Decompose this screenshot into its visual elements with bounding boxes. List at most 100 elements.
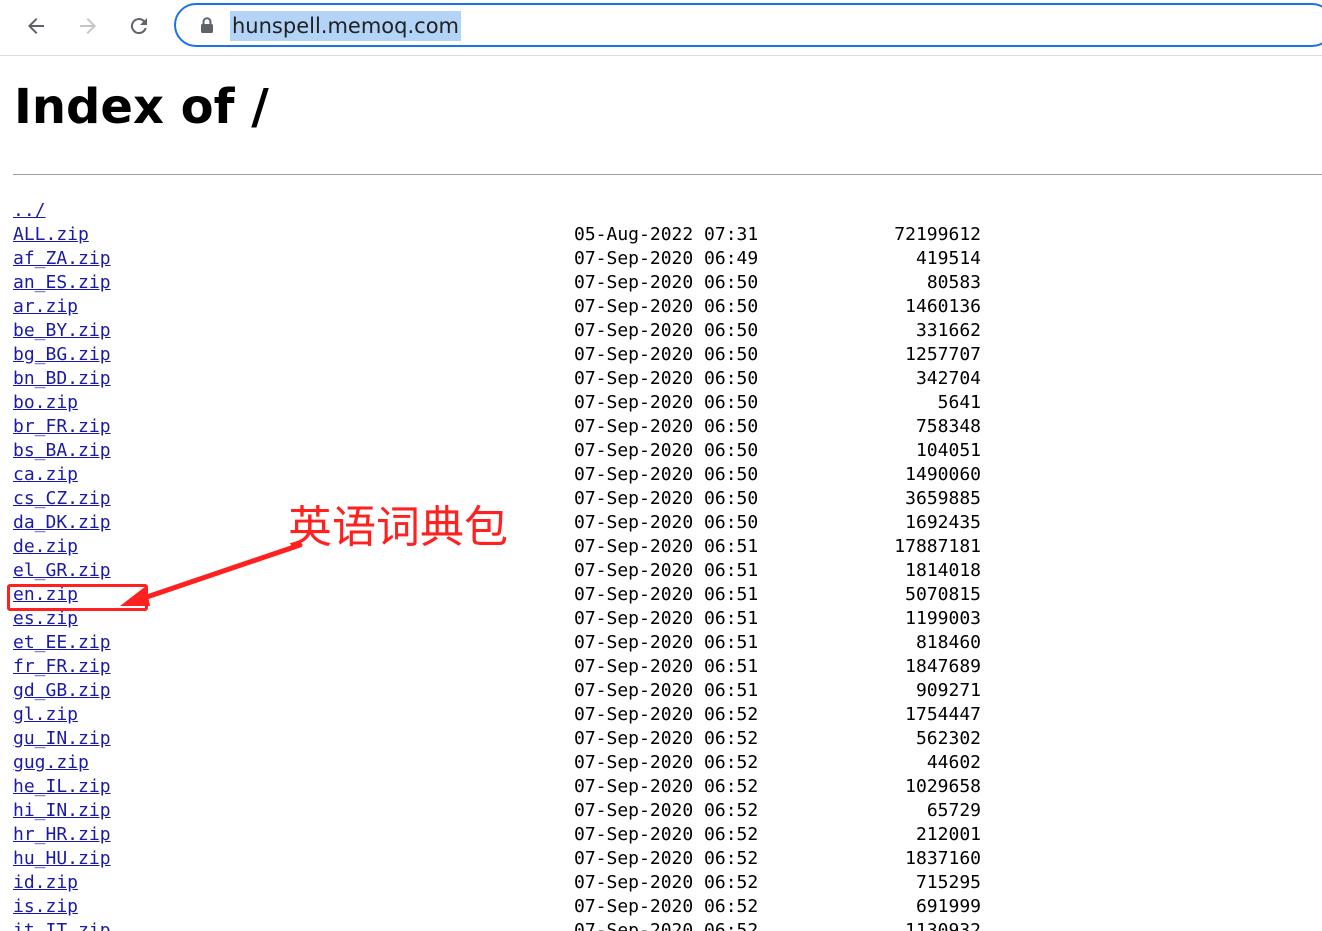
listing-row: gug.zip 07-Sep-2020 06:52 44602	[13, 751, 1013, 775]
listing-row: hu_HU.zip 07-Sep-2020 06:52 1837160	[13, 847, 1013, 871]
file-size: 17887181	[894, 536, 981, 557]
file-date: 07-Sep-2020 06:50	[574, 512, 759, 533]
annotation-label: 英语词典包	[288, 502, 508, 553]
file-date: 07-Sep-2020 06:52	[574, 704, 759, 725]
file-date: 07-Sep-2020 06:50	[574, 320, 759, 341]
file-date: 07-Sep-2020 06:52	[574, 824, 759, 845]
file-link[interactable]: af_ZA.zip	[13, 247, 111, 271]
file-date: 07-Sep-2020 06:52	[574, 896, 759, 917]
file-size: 1029658	[905, 776, 981, 797]
file-link[interactable]: ar.zip	[13, 295, 78, 319]
file-date: 07-Sep-2020 06:52	[574, 920, 759, 931]
listing-row: en.zip 07-Sep-2020 06:51 5070815	[13, 583, 1013, 607]
file-size: 691999	[915, 896, 981, 917]
file-link[interactable]: cs_CZ.zip	[13, 487, 111, 511]
file-size: 1199003	[905, 608, 981, 629]
file-link[interactable]: bo.zip	[13, 391, 78, 415]
listing-row: be_BY.zip 07-Sep-2020 06:50 331662	[13, 319, 1013, 343]
browser-toolbar: hunspell.memoq.com	[0, 0, 1322, 56]
file-link[interactable]: id.zip	[13, 871, 78, 895]
file-date: 07-Sep-2020 06:50	[574, 344, 759, 365]
back-arrow-icon	[28, 18, 44, 34]
file-link[interactable]: ca.zip	[13, 463, 78, 487]
file-date: 07-Sep-2020 06:50	[574, 272, 759, 293]
file-size: 5641	[937, 392, 981, 413]
listing-row: ALL.zip 05-Aug-2022 07:31 72199612	[13, 223, 1013, 247]
file-size: 331662	[915, 320, 981, 341]
file-date: 07-Sep-2020 06:51	[574, 680, 759, 701]
file-link[interactable]: br_FR.zip	[13, 415, 111, 439]
listing-row: hi_IN.zip 07-Sep-2020 06:52 65729	[13, 799, 1013, 823]
listing-row: ca.zip 07-Sep-2020 06:50 1490060	[13, 463, 1013, 487]
listing-row: gl.zip 07-Sep-2020 06:52 1754447	[13, 703, 1013, 727]
file-link[interactable]: hi_IN.zip	[13, 799, 111, 823]
listing-row: da_DK.zip 07-Sep-2020 06:50 1692435	[13, 511, 1013, 535]
file-link[interactable]: it_IT.zip	[13, 919, 111, 931]
file-date: 07-Sep-2020 06:51	[574, 632, 759, 653]
annotation-highlight-box	[7, 584, 148, 611]
listing-row: he_IL.zip 07-Sep-2020 06:52 1029658	[13, 775, 1013, 799]
listing-row: br_FR.zip 07-Sep-2020 06:50 758348	[13, 415, 1013, 439]
file-link[interactable]: gl.zip	[13, 703, 78, 727]
file-link[interactable]: gd_GB.zip	[13, 679, 111, 703]
lock-icon[interactable]	[198, 16, 216, 34]
file-link[interactable]: be_BY.zip	[13, 319, 111, 343]
file-size: 419514	[915, 248, 981, 269]
file-date: 07-Sep-2020 06:51	[574, 584, 759, 605]
file-date: 07-Sep-2020 06:52	[574, 872, 759, 893]
file-link[interactable]: he_IL.zip	[13, 775, 111, 799]
file-link[interactable]: ../	[13, 199, 46, 223]
forward-arrow-icon	[80, 18, 96, 34]
file-date: 07-Sep-2020 06:50	[574, 488, 759, 509]
listing-row: ar.zip 07-Sep-2020 06:50 1460136	[13, 295, 1013, 319]
file-listing: ../ALL.zip 05-Aug-2022 07:31 72199612 af_ZA…	[13, 199, 1013, 931]
listing-row: bs_BA.zip 07-Sep-2020 06:50 104051	[13, 439, 1013, 463]
file-size: 72199612	[894, 224, 981, 245]
file-link[interactable]: gu_IN.zip	[13, 727, 111, 751]
file-link[interactable]: bn_BD.zip	[13, 367, 111, 391]
file-size: 758348	[915, 416, 981, 437]
file-size: 1847689	[905, 656, 981, 677]
back-button[interactable]	[19, 9, 53, 43]
listing-row: it_IT.zip 07-Sep-2020 06:52 1130932	[13, 919, 1013, 931]
file-link[interactable]: bs_BA.zip	[13, 439, 111, 463]
reload-button[interactable]	[122, 9, 156, 43]
file-link[interactable]: an_ES.zip	[13, 271, 111, 295]
file-link[interactable]: et_EE.zip	[13, 631, 111, 655]
file-link[interactable]: da_DK.zip	[13, 511, 111, 535]
file-size: 1490060	[905, 464, 981, 485]
listing-row: fr_FR.zip 07-Sep-2020 06:51 1847689	[13, 655, 1013, 679]
file-link[interactable]: gug.zip	[13, 751, 89, 775]
file-link[interactable]: el_GR.zip	[13, 559, 111, 583]
forward-button[interactable]	[71, 9, 105, 43]
file-link[interactable]: de.zip	[13, 535, 78, 559]
file-link[interactable]: hu_HU.zip	[13, 847, 111, 871]
file-link[interactable]: hr_HR.zip	[13, 823, 111, 847]
file-date: 07-Sep-2020 06:52	[574, 800, 759, 821]
listing-row: bo.zip 07-Sep-2020 06:50 5641	[13, 391, 1013, 415]
file-size: 104051	[915, 440, 981, 461]
listing-row: el_GR.zip 07-Sep-2020 06:51 1814018	[13, 559, 1013, 583]
listing-row: gu_IN.zip 07-Sep-2020 06:52 562302	[13, 727, 1013, 751]
file-date: 07-Sep-2020 06:51	[574, 608, 759, 629]
listing-row: et_EE.zip 07-Sep-2020 06:51 818460	[13, 631, 1013, 655]
address-bar[interactable]: hunspell.memoq.com	[174, 3, 1322, 47]
file-link[interactable]: is.zip	[13, 895, 78, 919]
file-size: 342704	[915, 368, 981, 389]
file-date: 07-Sep-2020 06:50	[574, 440, 759, 461]
file-link[interactable]: ALL.zip	[13, 223, 89, 247]
reload-icon	[130, 18, 147, 35]
file-date: 07-Sep-2020 06:50	[574, 296, 759, 317]
file-date: 07-Sep-2020 06:52	[574, 848, 759, 869]
file-size: 1257707	[905, 344, 981, 365]
file-link[interactable]: bg_BG.zip	[13, 343, 111, 367]
file-link[interactable]: fr_FR.zip	[13, 655, 111, 679]
file-date: 07-Sep-2020 06:50	[574, 464, 759, 485]
listing-row: an_ES.zip 07-Sep-2020 06:50 80583	[13, 271, 1013, 295]
file-date: 07-Sep-2020 06:51	[574, 560, 759, 581]
listing-row: es.zip 07-Sep-2020 06:51 1199003	[13, 607, 1013, 631]
listing-row: ../	[13, 199, 1013, 223]
file-size: 44602	[926, 752, 981, 773]
url-text[interactable]: hunspell.memoq.com	[230, 11, 462, 41]
listing-row: hr_HR.zip 07-Sep-2020 06:52 212001	[13, 823, 1013, 847]
